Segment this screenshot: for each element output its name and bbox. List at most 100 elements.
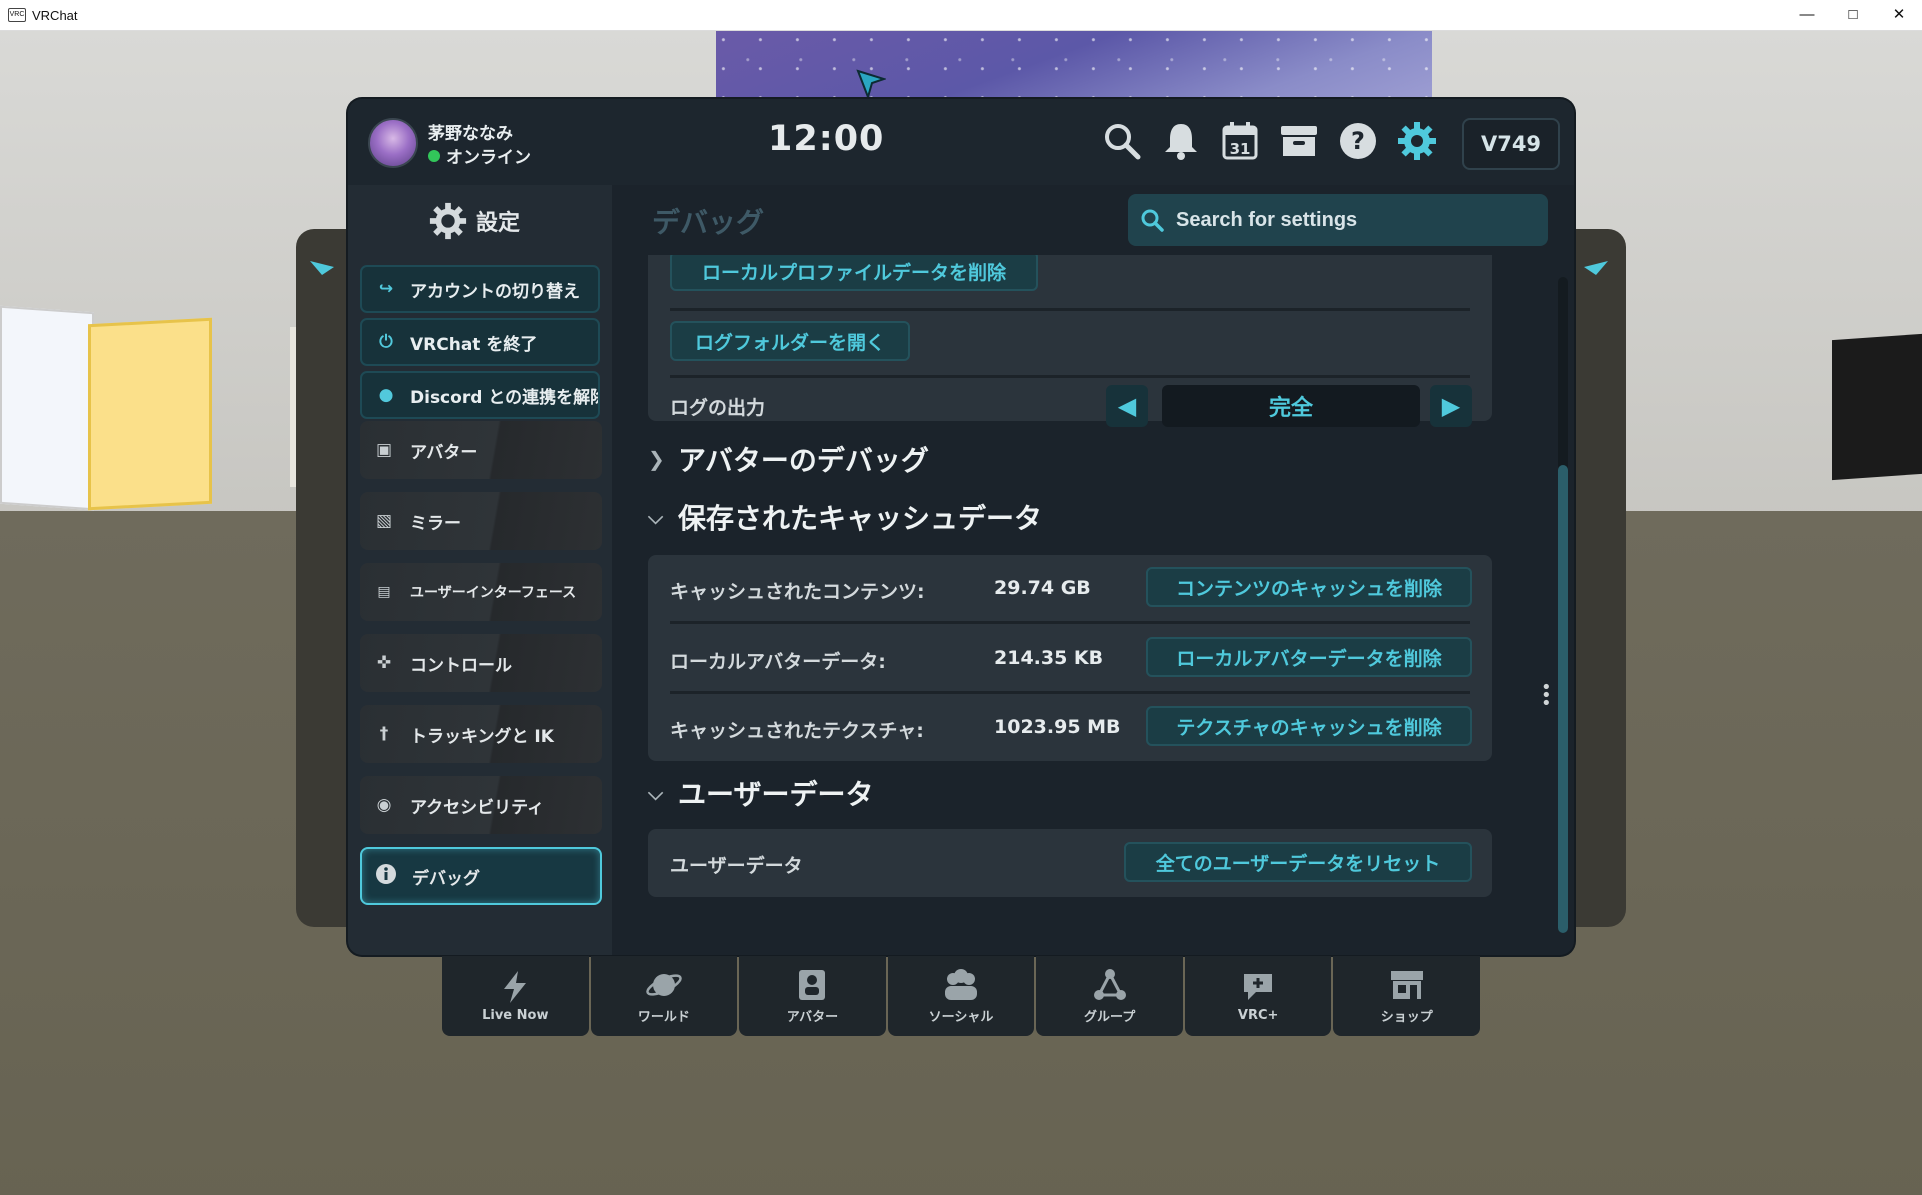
sidebar-item-label: コントロール — [410, 655, 512, 676]
scrollbar-thumb[interactable] — [1558, 465, 1568, 933]
clock: 12:00 — [768, 119, 885, 159]
accessibility-icon: ◉ — [376, 795, 392, 815]
interface-icon: ▤ — [377, 584, 391, 600]
info-icon — [374, 863, 398, 890]
sidebar-item-avatar[interactable]: ▣ アバター — [360, 421, 602, 479]
minimize-button[interactable]: — — [1784, 0, 1830, 30]
switch-account-label: アカウントの切り替え — [410, 281, 580, 302]
calendar-day: 31 — [1230, 140, 1251, 158]
settings-sidebar: 設定 ↪ アカウントの切り替え ⏻ VRChat を終了 ● Discord と… — [348, 185, 612, 955]
log-output-next-button[interactable]: ▶ — [1430, 385, 1472, 427]
category-user-data[interactable]: ⌵ ユーザーデータ — [648, 773, 873, 813]
open-log-folder-button[interactable]: ログフォルダーを開く — [670, 321, 910, 361]
bottom-dock: Live Now ワールド アバター ソーシャル グループ VRC+ ショップ — [442, 956, 1481, 1036]
local-avatar-data-label: ローカルアバターデータ: — [670, 651, 886, 673]
help-icon[interactable]: ? — [1336, 119, 1380, 163]
vrchat-app-icon: VRC — [8, 8, 26, 22]
dock-tab-groups[interactable]: グループ — [1036, 956, 1183, 1036]
username: 茅野ななみ — [428, 124, 513, 144]
dock-tab-worlds[interactable]: ワールド — [590, 956, 738, 1036]
calendar-icon[interactable]: 31 — [1218, 119, 1262, 163]
divider — [670, 308, 1470, 311]
dock-tab-social[interactable]: ソーシャル — [887, 956, 1035, 1036]
vrc-plus-icon — [1240, 970, 1276, 1004]
gear-icon[interactable] — [1395, 119, 1439, 163]
lightning-icon — [501, 970, 529, 1004]
divider — [670, 375, 1470, 378]
dock-tab-shop[interactable]: ショップ — [1333, 956, 1481, 1036]
quit-vrchat-label: VRChat を終了 — [410, 334, 538, 355]
menu-topbar: 茅野ななみ オンライン 12:00 31 ? V749 — [348, 99, 1574, 185]
search-icon[interactable] — [1100, 119, 1144, 163]
bell-icon[interactable] — [1159, 119, 1203, 163]
sidebar-item-controls[interactable]: ✜ コントロール — [360, 634, 602, 692]
poster-niconico — [88, 317, 212, 511]
dock-tab-label: ソーシャル — [928, 1009, 994, 1025]
chevron-right-icon: ❯ — [648, 447, 665, 471]
settings-content: デバッグ Search for settings ローカルプロファイルデータを削… — [612, 185, 1574, 955]
inbox-icon[interactable] — [1277, 119, 1321, 163]
sidebar-item-mirror[interactable]: ▧ ミラー — [360, 492, 602, 550]
clear-texture-cache-button[interactable]: テクスチャのキャッシュを削除 — [1146, 706, 1472, 746]
user-data-card: ユーザーデータ 全てのユーザーデータをリセット — [648, 829, 1492, 897]
quick-menu-panel: 茅野ななみ オンライン 12:00 31 ? V749 設定 ↪ アカウントの切… — [348, 99, 1574, 955]
panel-resize-handle[interactable]: • • • — [1541, 679, 1552, 713]
sidebar-item-label: トラッキングと IK — [410, 726, 554, 747]
discord-icon: ● — [378, 385, 394, 405]
people-icon — [941, 968, 981, 1002]
sidebar-item-interface[interactable]: ▤ ユーザーインターフェース — [360, 563, 602, 621]
switch-account-button[interactable]: ↪ アカウントの切り替え — [360, 265, 600, 313]
credits-button[interactable]: V749 — [1462, 118, 1560, 170]
dock-tab-vrc-plus[interactable]: VRC+ — [1184, 956, 1332, 1036]
log-output-prev-button[interactable]: ◀ — [1106, 385, 1148, 427]
clear-content-cache-button[interactable]: コンテンツのキャッシュを削除 — [1146, 567, 1472, 607]
dock-tab-label: VRC+ — [1237, 1007, 1279, 1023]
dock-tab-label: アバター — [786, 1009, 839, 1025]
discord-unlink-button[interactable]: ● Discord との連携を解除 — [360, 371, 600, 419]
power-icon: ⏻ — [379, 332, 393, 352]
close-button[interactable]: ✕ — [1876, 0, 1922, 30]
page-title: デバッグ — [652, 206, 765, 239]
avatar[interactable] — [368, 118, 418, 168]
sidebar-item-debug[interactable]: デバッグ — [360, 847, 602, 905]
gamepad-icon: ✜ — [376, 653, 392, 673]
settings-scroll-area: ローカルプロファイルデータを削除 ログフォルダーを開く ログの出力 ◀ 完全 ▶… — [612, 255, 1574, 955]
tracking-icon: † — [379, 724, 389, 744]
settings-title: 設定 — [428, 197, 520, 245]
category-saved-cache[interactable]: ⌵ 保存されたキャッシュデータ — [648, 497, 1042, 537]
sidebar-item-accessibility[interactable]: ◉ アクセシビリティ — [360, 776, 602, 834]
online-status-dot — [428, 149, 440, 162]
settings-title-label: 設定 — [476, 211, 521, 236]
mirror-icon: ▧ — [375, 511, 393, 531]
discord-unlink-label: Discord との連携を解除 — [410, 387, 600, 408]
scrollbar-track[interactable] — [1558, 277, 1568, 933]
wing-icon — [310, 261, 334, 275]
dock-tab-avatars[interactable]: アバター — [739, 956, 886, 1036]
cache-card: キャッシュされたコンテンツ: 29.74 GB コンテンツのキャッシュを削除 ロ… — [648, 555, 1492, 761]
clear-local-avatar-data-button[interactable]: ローカルアバターデータを削除 — [1146, 637, 1472, 677]
switch-account-icon: ↪ — [378, 279, 394, 299]
sidebar-item-label: アバター — [410, 442, 478, 463]
user-status-text: オンライン — [446, 148, 531, 168]
window-title: VRChat — [32, 7, 78, 23]
poster-left — [0, 305, 94, 511]
log-output-label: ログの出力 — [670, 397, 766, 419]
window-titlebar: VRC VRChat — □ ✕ — [0, 0, 1922, 31]
dock-tab-live-now[interactable]: Live Now — [442, 956, 589, 1036]
quit-vrchat-button[interactable]: ⏻ VRChat を終了 — [360, 318, 600, 366]
reset-user-data-button[interactable]: 全てのユーザーデータをリセット — [1124, 842, 1472, 882]
svg-text:?: ? — [1351, 127, 1365, 155]
category-avatar-debug[interactable]: ❯ アバターのデバッグ — [648, 439, 929, 479]
sidebar-item-tracking[interactable]: † トラッキングと IK — [360, 705, 602, 763]
divider — [670, 621, 1470, 624]
shop-icon — [1388, 968, 1426, 1002]
search-placeholder: Search for settings — [1176, 208, 1358, 231]
maximize-button[interactable]: □ — [1830, 0, 1876, 30]
settings-search-input[interactable]: Search for settings — [1128, 194, 1548, 246]
pointer-cursor-icon — [856, 69, 886, 99]
user-status: オンライン — [428, 143, 531, 168]
sidebar-item-label: ミラー — [410, 513, 461, 534]
delete-local-profile-button[interactable]: ローカルプロファイルデータを削除 — [670, 255, 1038, 291]
sidebar-item-label: ユーザーインターフェース — [410, 585, 577, 601]
cached-texture-size: 1023.95 MB — [994, 716, 1121, 738]
